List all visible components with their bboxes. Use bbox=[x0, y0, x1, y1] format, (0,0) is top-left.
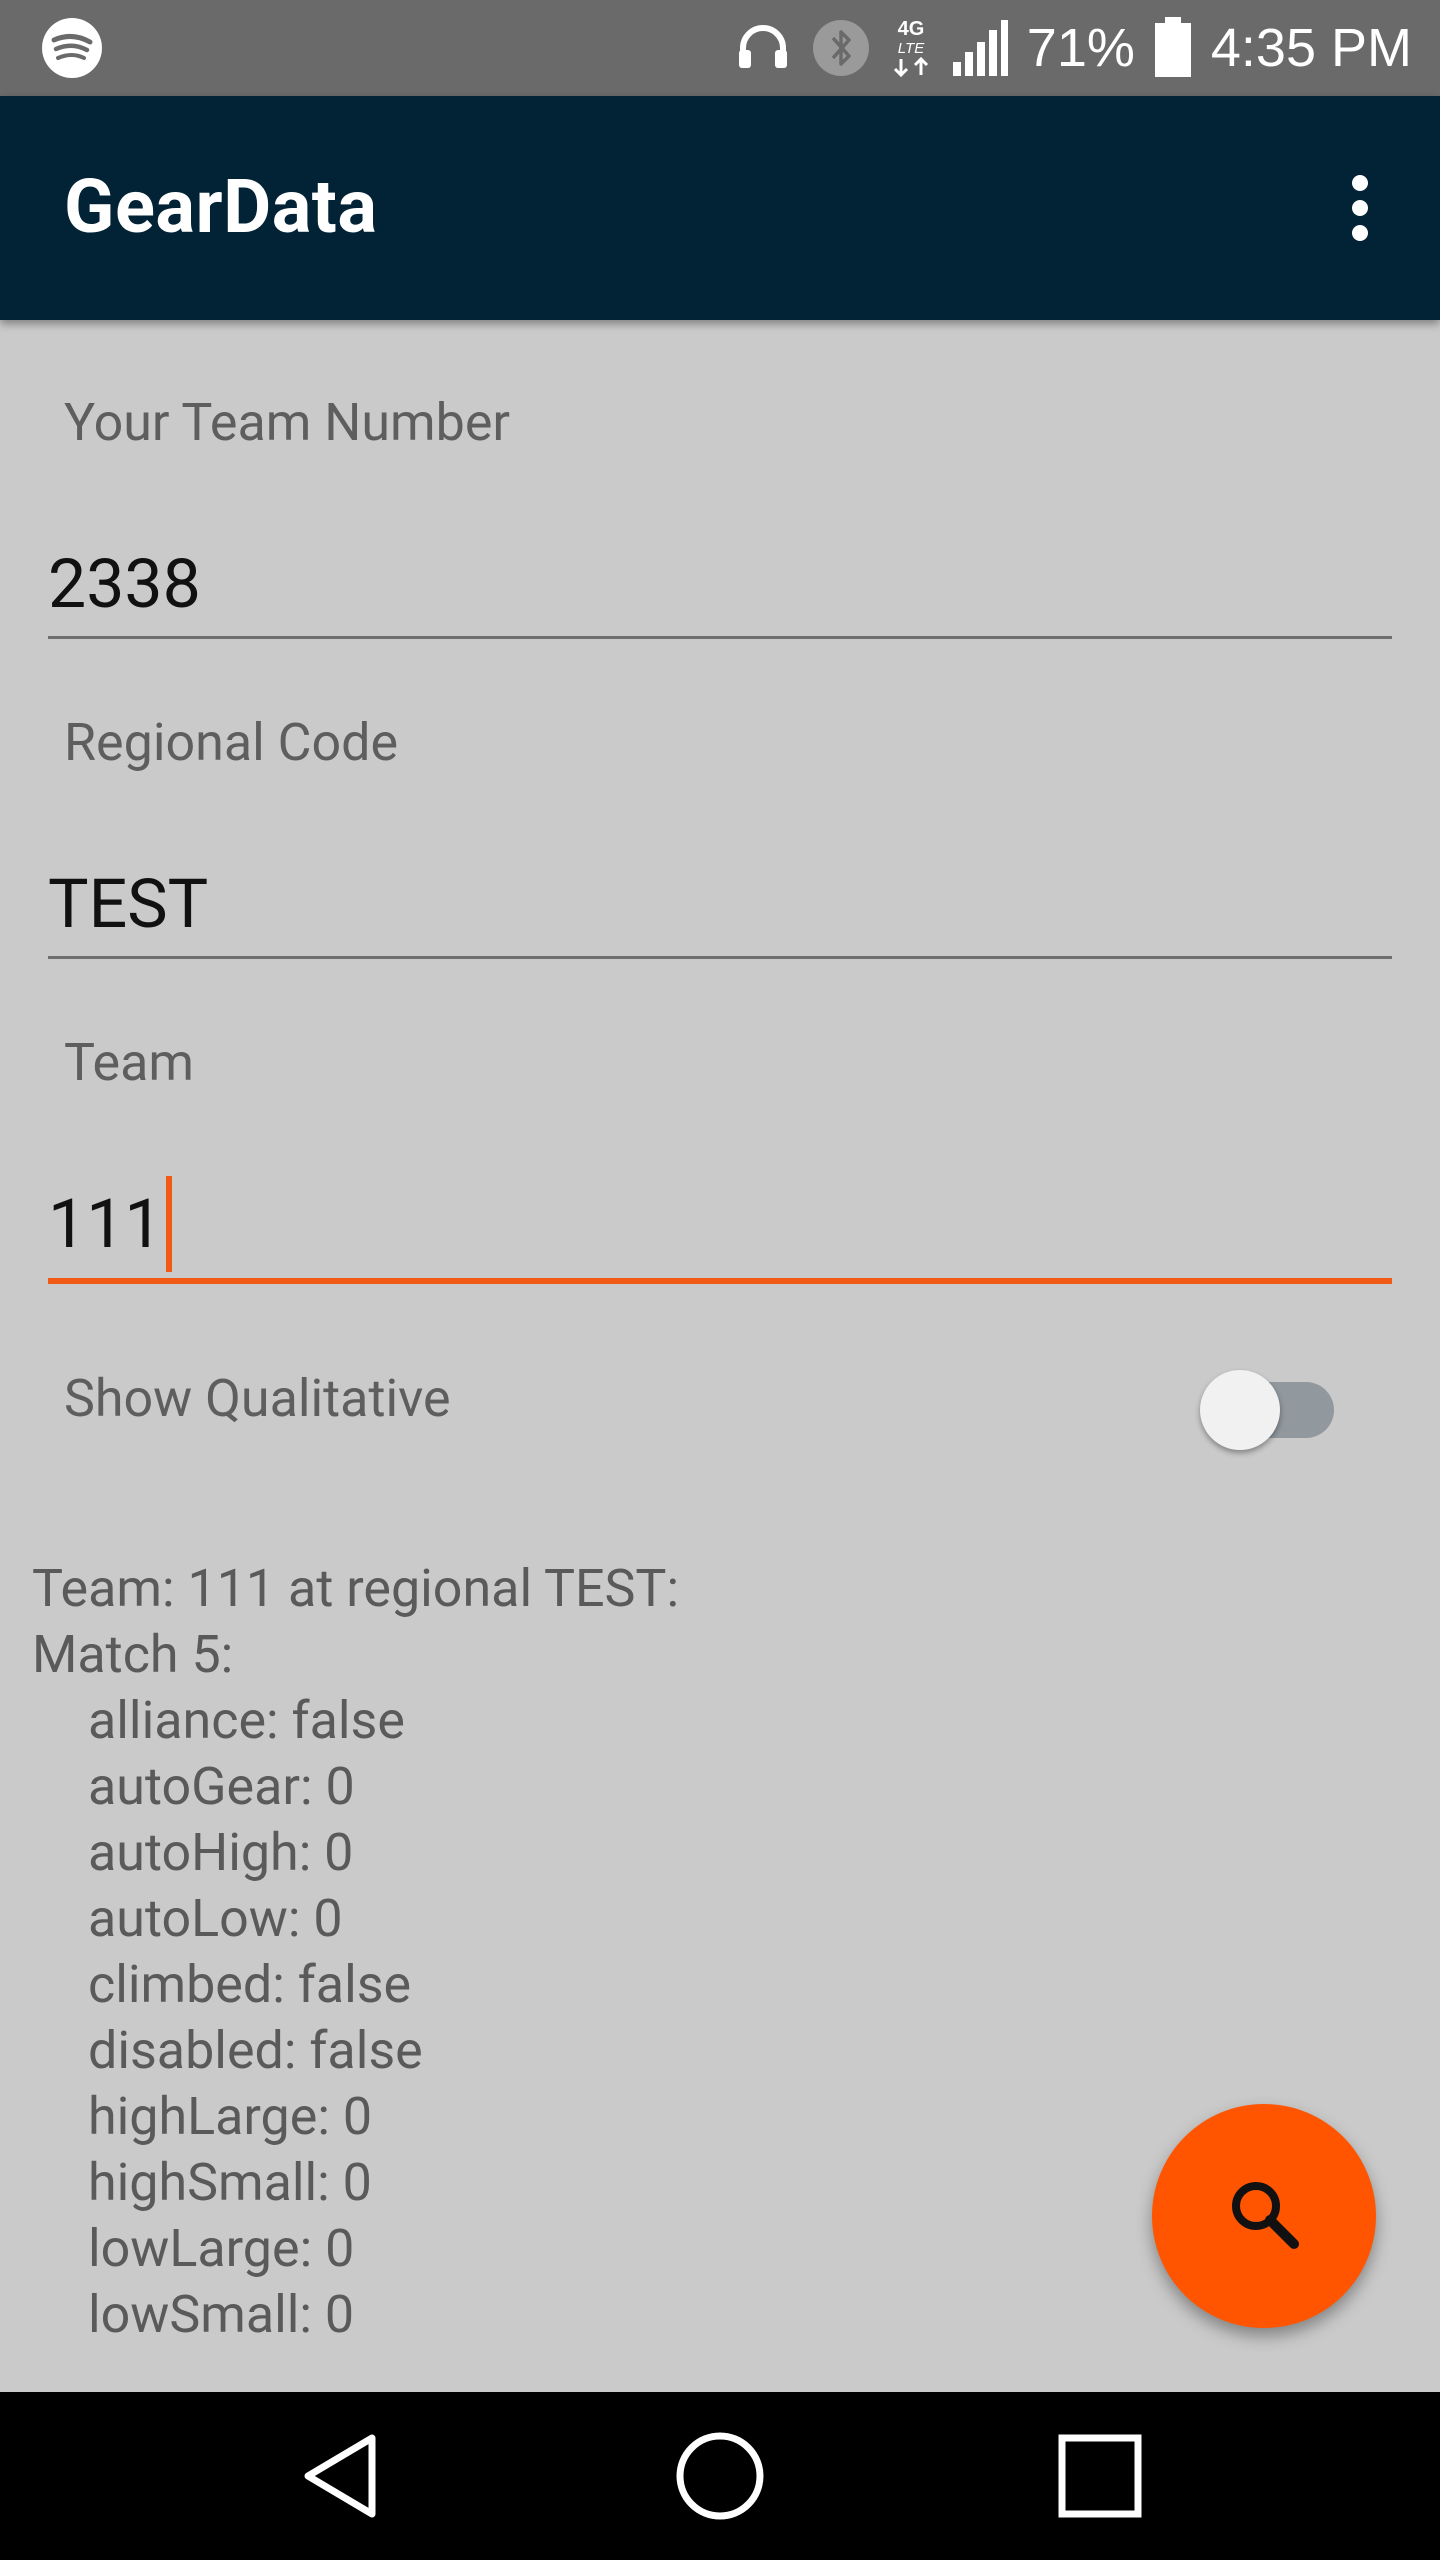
team-input[interactable] bbox=[48, 1174, 1392, 1274]
team-number-input[interactable] bbox=[48, 534, 1392, 634]
app-title: GearData bbox=[64, 164, 378, 251]
result-field: disabled: false bbox=[88, 2020, 423, 2081]
regional-code-label: Regional Code bbox=[64, 712, 399, 773]
headset-icon bbox=[733, 18, 793, 78]
result-field: alliance: false bbox=[88, 1690, 405, 1751]
regional-code-input[interactable] bbox=[48, 854, 1392, 954]
search-icon bbox=[1224, 2174, 1304, 2258]
results-text: Team: 111 at regional TEST: Match 5: all… bbox=[32, 1556, 679, 2348]
navigation-bar bbox=[0, 2392, 1440, 2560]
lte-icon: 4G LTE bbox=[889, 15, 933, 81]
results-header: Team: 111 at regional TEST: bbox=[32, 1558, 680, 1619]
status-icons: 4G LTE 71% 4:35 PM bbox=[733, 0, 1412, 96]
result-field: lowLarge: 0 bbox=[88, 2218, 355, 2279]
search-fab[interactable] bbox=[1152, 2104, 1376, 2328]
team-underline bbox=[48, 1278, 1392, 1284]
result-field: autoHigh: 0 bbox=[88, 1822, 354, 1883]
signal-icon bbox=[951, 18, 1009, 78]
more-vert-icon[interactable] bbox=[1304, 152, 1416, 264]
result-field: lowSmall: 0 bbox=[88, 2284, 355, 2345]
app-bar: GearData bbox=[0, 96, 1440, 320]
team-number-underline bbox=[48, 636, 1392, 639]
spotify-icon bbox=[40, 16, 104, 80]
clock: 4:35 PM bbox=[1210, 18, 1412, 78]
show-qualitative-toggle[interactable] bbox=[1200, 1356, 1336, 1450]
team-label: Team bbox=[64, 1032, 194, 1093]
battery-percent: 71% bbox=[1026, 18, 1135, 78]
match-label: Match 5: bbox=[32, 1624, 234, 1685]
result-field: highLarge: 0 bbox=[88, 2086, 373, 2147]
svg-text:4G: 4G bbox=[897, 18, 924, 40]
svg-text:LTE: LTE bbox=[898, 40, 925, 57]
recents-icon[interactable] bbox=[1040, 2416, 1160, 2536]
bluetooth-icon bbox=[811, 18, 871, 78]
result-field: autoLow: 0 bbox=[88, 1888, 343, 1949]
team-number-label: Your Team Number bbox=[64, 392, 511, 453]
result-field: climbed: false bbox=[88, 1954, 412, 2015]
text-cursor bbox=[166, 1176, 172, 1272]
show-qualitative-label: Show Qualitative bbox=[64, 1368, 451, 1429]
back-icon[interactable] bbox=[280, 2416, 400, 2536]
toggle-thumb bbox=[1200, 1370, 1280, 1450]
regional-code-underline bbox=[48, 956, 1392, 959]
battery-icon bbox=[1153, 17, 1193, 79]
home-icon[interactable] bbox=[660, 2416, 780, 2536]
result-field: highSmall: 0 bbox=[88, 2152, 372, 2213]
result-field: autoGear: 0 bbox=[88, 1756, 355, 1817]
status-bar: 4G LTE 71% 4:35 PM bbox=[0, 0, 1440, 96]
